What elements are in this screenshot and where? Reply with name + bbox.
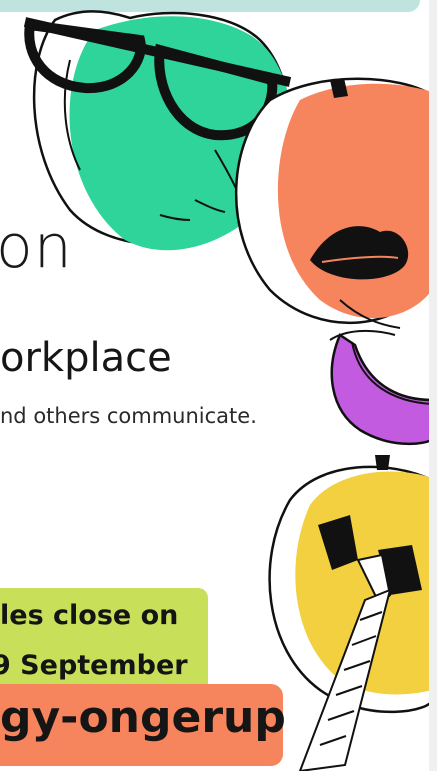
peach-with-lips-icon xyxy=(235,77,434,329)
vertical-scrollbar[interactable] xyxy=(429,0,437,771)
heading-fragment: orkplace xyxy=(0,335,172,381)
deadline-line-1: les close on xyxy=(0,600,179,631)
purple-fruit-slice-icon xyxy=(329,329,434,446)
title-fragment: on xyxy=(0,212,73,282)
deadline-line-2: 9 September xyxy=(0,650,188,681)
body-text-fragment: nd others communicate. xyxy=(0,404,257,428)
code-text-fragment: gy-ongerup xyxy=(0,692,286,743)
lemon-with-bowtie-icon xyxy=(268,455,434,771)
